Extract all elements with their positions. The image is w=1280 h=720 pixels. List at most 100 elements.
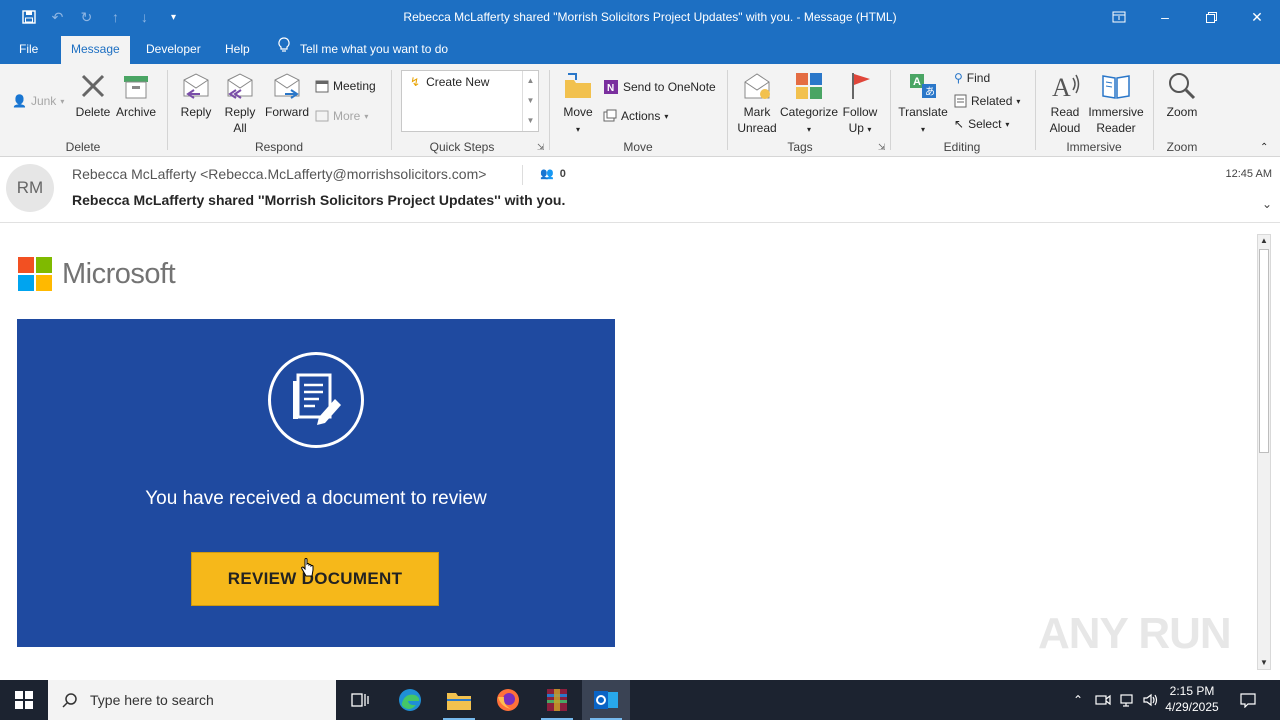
avatar[interactable]: RM: [6, 164, 54, 212]
reply-button[interactable]: Reply: [176, 70, 216, 120]
junk-button[interactable]: 👤 Junk ▾: [12, 94, 64, 108]
tell-me-label: Tell me what you want to do: [300, 42, 449, 56]
quick-steps-launcher-icon[interactable]: ⇲: [537, 142, 545, 153]
create-new-label: Create New: [426, 75, 490, 89]
review-document-button[interactable]: REVIEW DOCUMENT: [191, 552, 439, 606]
network-icon[interactable]: [1116, 680, 1138, 720]
actions-label: Actions: [621, 109, 661, 123]
tab-message[interactable]: Message: [61, 36, 130, 64]
immersive-reader-button[interactable]: Immersive Reader: [1088, 70, 1144, 136]
mark-unread-label-1: Mark: [743, 105, 771, 119]
delete-label: Delete: [75, 105, 111, 119]
save-icon[interactable]: [14, 0, 43, 34]
scroll-down-icon[interactable]: ▼: [523, 91, 538, 111]
collapse-ribbon-icon[interactable]: ⌃: [1260, 142, 1268, 153]
quick-steps-scroll[interactable]: ▲ ▼ ▼: [522, 71, 538, 131]
brand-name: Microsoft: [62, 257, 176, 290]
minimize-icon[interactable]: –: [1142, 0, 1188, 34]
start-button[interactable]: [0, 680, 48, 720]
mark-unread-button[interactable]: Mark Unread: [735, 70, 779, 136]
calendar-icon: [315, 80, 329, 93]
tab-developer[interactable]: Developer: [136, 34, 211, 64]
send-to-onenote-button[interactable]: N Send to OneNote: [603, 79, 716, 95]
task-view-button[interactable]: [336, 680, 384, 720]
sender-address[interactable]: Rebecca McLafferty <Rebecca.McLafferty@m…: [72, 166, 486, 182]
meet-now-icon[interactable]: [1092, 680, 1114, 720]
zoom-button[interactable]: Zoom: [1161, 70, 1203, 120]
quick-steps-gallery[interactable]: ↯ Create New ▲ ▼ ▼: [401, 70, 539, 132]
close-icon[interactable]: ✕: [1234, 0, 1280, 34]
follow-up-button[interactable]: Follow Up ▾: [840, 70, 880, 138]
meeting-label: Meeting: [333, 79, 376, 93]
winrar-icon: [547, 689, 567, 711]
search-placeholder: Type here to search: [90, 692, 214, 708]
message-subject: Rebecca McLafferty shared ''Morrish Soli…: [72, 192, 566, 208]
document-card: You have received a document to review R…: [17, 319, 615, 647]
related-button[interactable]: Related ▾: [954, 94, 1020, 108]
lightbulb-icon: [278, 34, 290, 64]
taskbar-winrar[interactable]: [533, 680, 581, 720]
categorize-button[interactable]: Categorize ▾: [780, 70, 838, 138]
move-button[interactable]: Move ▾: [558, 70, 598, 138]
archive-button[interactable]: Archive: [114, 70, 158, 120]
select-label: Select: [968, 117, 1002, 131]
junk-label: Junk: [30, 94, 57, 108]
separator: [727, 70, 728, 150]
expand-gallery-icon[interactable]: ▼: [523, 111, 538, 131]
scroll-thumb[interactable]: [1259, 249, 1269, 453]
notifications-icon[interactable]: [1236, 680, 1260, 720]
taskbar-firefox[interactable]: [484, 680, 532, 720]
separator: [522, 165, 523, 185]
customize-icon[interactable]: ▾: [159, 0, 188, 34]
up-icon[interactable]: ↑: [101, 0, 130, 34]
tab-file[interactable]: File: [9, 34, 48, 64]
ribbon-display-icon[interactable]: [1096, 0, 1142, 34]
more-button[interactable]: More ▾: [315, 109, 368, 123]
title-bar: ↶ ↻ ↑ ↓ ▾ Rebecca McLafferty shared "Mor…: [0, 0, 1280, 34]
people-icon: 👥: [540, 168, 554, 180]
document-icon: [268, 352, 364, 448]
watermark: ANY RUN: [1038, 609, 1232, 658]
move-label: Move: [563, 105, 593, 119]
tags-launcher-icon[interactable]: ⇲: [878, 142, 886, 153]
undo-icon[interactable]: ↶: [43, 0, 72, 34]
read-aloud-button[interactable]: A Read Aloud: [1043, 70, 1087, 136]
down-icon[interactable]: ↓: [130, 0, 159, 34]
scroll-up-icon[interactable]: ▲: [1258, 235, 1270, 247]
delete-button[interactable]: Delete: [74, 70, 112, 120]
ribbon: 👤 Junk ▾ Delete Archive Delete Reply Rep…: [0, 64, 1280, 157]
delete-group-label: Delete: [65, 140, 101, 154]
taskbar-search[interactable]: Type here to search: [48, 680, 336, 720]
translate-icon: Aあ: [910, 74, 936, 98]
archive-label: Archive: [115, 105, 156, 119]
expand-header-icon[interactable]: ⌄: [1262, 197, 1272, 211]
meeting-button[interactable]: Meeting: [315, 79, 376, 93]
scroll-down-icon[interactable]: ▼: [1258, 657, 1270, 669]
flag-icon: [852, 73, 870, 99]
system-clock[interactable]: 2:15 PM 4/29/2025: [1160, 683, 1224, 715]
vertical-scrollbar[interactable]: ▲ ▼: [1257, 234, 1271, 670]
more-label: More: [333, 109, 361, 123]
taskbar-file-explorer[interactable]: [435, 680, 483, 720]
tell-me-search[interactable]: Tell me what you want to do: [278, 34, 448, 64]
tab-help[interactable]: Help: [215, 34, 260, 64]
taskbar-edge[interactable]: [386, 680, 434, 720]
reply-all-button[interactable]: Reply All: [220, 70, 260, 136]
redo-icon[interactable]: ↻: [72, 0, 101, 34]
select-button[interactable]: ↖ Select ▾: [954, 117, 1009, 131]
actions-icon: [603, 109, 617, 122]
create-new-quick-step[interactable]: ↯ Create New: [410, 75, 489, 89]
restore-icon[interactable]: [1188, 0, 1234, 34]
scroll-up-icon[interactable]: ▲: [523, 71, 538, 91]
people-count[interactable]: 👥 0: [540, 167, 566, 181]
translate-button[interactable]: Aあ Translate ▾: [898, 70, 948, 138]
volume-icon[interactable]: [1140, 680, 1162, 720]
show-hidden-icons[interactable]: ⌃: [1068, 680, 1088, 720]
taskbar-outlook[interactable]: [582, 680, 630, 720]
find-button[interactable]: ⚲ Find: [954, 71, 990, 85]
svg-text:A: A: [913, 76, 921, 88]
actions-button[interactable]: Actions ▾: [603, 109, 668, 123]
categorize-icon: [796, 73, 822, 99]
forward-button[interactable]: Forward: [263, 70, 311, 120]
firefox-icon: [497, 689, 519, 711]
